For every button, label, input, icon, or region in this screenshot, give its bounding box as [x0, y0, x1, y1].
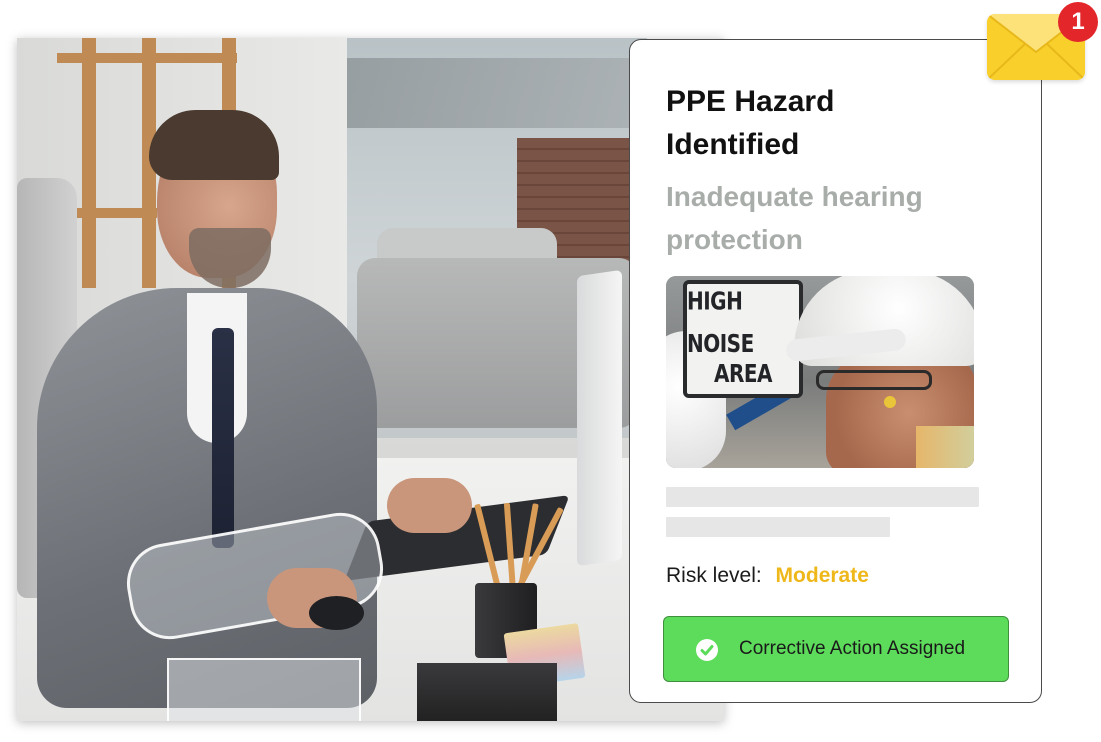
corrective-action-label: Corrective Action Assigned — [739, 638, 966, 659]
corrective-action-button[interactable]: Corrective Action Assigned — [663, 616, 1009, 682]
photo-shelf-post — [82, 38, 96, 288]
hazard-card: PPE Hazard Identified Inadequate hearing… — [629, 39, 1042, 703]
photo-hand — [387, 478, 472, 533]
text-placeholder-line — [666, 487, 979, 507]
photo-model-stand — [167, 658, 361, 721]
photo-mouse — [309, 596, 364, 630]
sign-line-2: AREA — [713, 358, 773, 388]
risk-level-value: Moderate — [775, 564, 869, 587]
photo-glass-band — [347, 58, 647, 128]
high-noise-sign: HIGH NOISE AREA — [683, 280, 803, 398]
hazard-photo: HIGH NOISE AREA — [666, 276, 974, 468]
risk-level-row: Risk level: Moderate — [666, 561, 869, 591]
office-worker-photo — [17, 38, 724, 721]
hazard-title: PPE Hazard Identified — [666, 85, 835, 161]
photo-shelf-board — [57, 53, 237, 63]
hazard-subtitle: Inadequate hearing protection — [666, 181, 923, 255]
photo-monitor — [577, 269, 622, 567]
hazard-photo-earplug — [884, 396, 896, 408]
hazard-photo-hi-vis-vest — [916, 426, 974, 468]
photo-card-holder — [417, 663, 557, 721]
risk-level-label: Risk level: — [666, 564, 762, 587]
hazard-photo-safety-glasses — [816, 370, 932, 390]
checkmark-icon — [696, 639, 718, 661]
photo-man-hair — [149, 110, 279, 180]
photo-man-tie — [212, 328, 234, 548]
text-placeholder-line — [666, 517, 890, 537]
notification-badge: 1 — [1058, 2, 1098, 42]
